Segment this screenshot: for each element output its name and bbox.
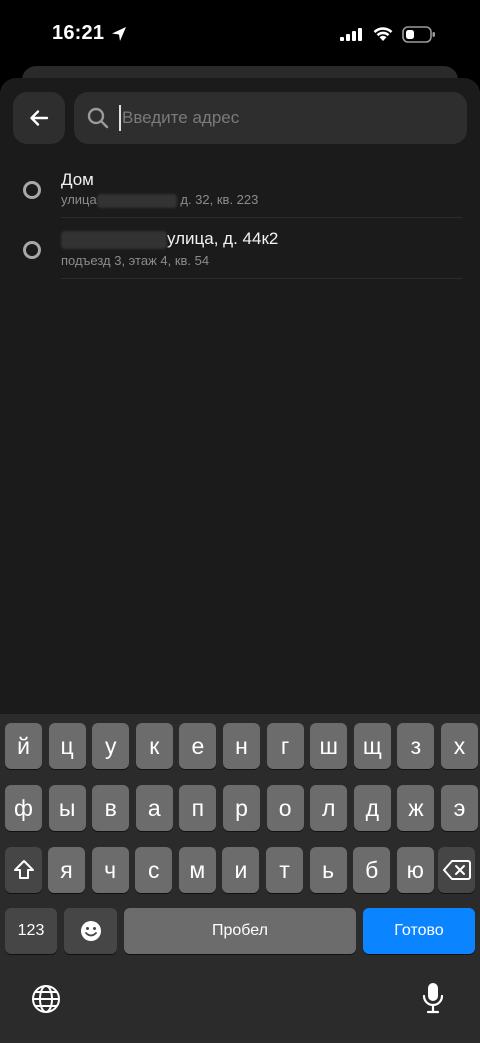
list-divider [61, 217, 462, 218]
key-letter[interactable]: п [179, 785, 217, 831]
key-letter[interactable]: р [223, 785, 260, 831]
address-subtitle: подъезд 3, этаж 4, кв. 54 [61, 253, 210, 268]
search-icon [87, 107, 109, 129]
key-letter[interactable]: ю [396, 847, 434, 893]
key-letter[interactable]: ц [48, 723, 86, 769]
battery-icon [402, 26, 435, 43]
backspace-icon [442, 860, 471, 880]
text-caret [119, 105, 121, 131]
globe-icon[interactable] [30, 983, 62, 1015]
key-letter[interactable]: т [266, 847, 303, 893]
arrow-left-icon [30, 110, 49, 126]
address-title: улица, д. 44к2 [61, 229, 278, 249]
key-letter[interactable]: г [266, 723, 304, 769]
microphone-icon[interactable] [421, 981, 445, 1015]
backspace-key[interactable] [438, 847, 475, 893]
emoji-icon [80, 921, 101, 941]
cellular-signal-icon [340, 28, 362, 41]
key-letter[interactable]: а [135, 785, 173, 831]
emoji-key[interactable] [64, 908, 117, 954]
key-letter[interactable]: з [397, 723, 435, 769]
key-letter[interactable]: ы [48, 785, 86, 831]
key-letter[interactable]: к [135, 723, 173, 769]
key-letter[interactable]: л [310, 785, 348, 831]
key-letter[interactable]: м [178, 847, 216, 893]
key-letter[interactable]: ч [91, 847, 129, 893]
key-letter[interactable]: б [353, 847, 391, 893]
space-key[interactable]: Пробел [124, 908, 356, 954]
status-bar: 16:21 [0, 0, 480, 70]
list-divider [61, 278, 462, 279]
key-letter[interactable]: у [92, 723, 130, 769]
key-letter[interactable]: д [353, 785, 391, 831]
radio-icon [23, 181, 41, 199]
done-key[interactable]: Готово [363, 908, 475, 954]
address-search-input[interactable] [122, 92, 452, 144]
key-letter[interactable]: я [48, 847, 85, 893]
key-letter[interactable]: ф [5, 785, 42, 831]
key-letter[interactable]: в [92, 785, 130, 831]
key-letter[interactable]: с [135, 847, 173, 893]
back-button[interactable] [13, 92, 65, 144]
search-field[interactable] [74, 92, 467, 144]
address-subtitle: улица д. 32, кв. 223 [61, 192, 258, 208]
shift-icon [13, 860, 34, 879]
status-time: 16:21 [52, 22, 105, 44]
address-house-details: д. 32, кв. 223 [180, 192, 259, 207]
key-letter[interactable]: ж [397, 785, 435, 831]
radio-icon [23, 241, 41, 259]
redacted-street-name [96, 193, 177, 208]
key-letter[interactable]: ь [309, 847, 347, 893]
saved-address-item[interactable]: Дом улица д. 32, кв. 223 [0, 164, 480, 224]
saved-address-item[interactable]: улица, д. 44к2 подъезд 3, этаж 4, кв. 54 [0, 224, 480, 284]
key-letter[interactable]: щ [353, 723, 391, 769]
key-letter[interactable]: н [223, 723, 260, 769]
address-street-prefix: улица [61, 192, 97, 207]
key-letter[interactable]: е [179, 723, 217, 769]
key-letter[interactable]: э [441, 785, 478, 831]
address-title-suffix: улица, д. 44к2 [167, 229, 279, 248]
key-letter[interactable]: ш [310, 723, 348, 769]
numbers-key[interactable]: 123 [5, 908, 57, 954]
wifi-icon [373, 27, 393, 41]
key-letter[interactable]: и [222, 847, 260, 893]
key-letter[interactable]: й [5, 723, 42, 769]
shift-key[interactable] [5, 847, 42, 893]
key-letter[interactable]: х [441, 723, 478, 769]
screen: 16:21 Введите адрес Дом улица д. 32, кв.… [0, 0, 480, 1043]
redacted-street-name [61, 230, 167, 249]
location-arrow-icon [112, 27, 126, 41]
key-letter[interactable]: о [266, 785, 304, 831]
address-title: Дом [61, 170, 94, 189]
